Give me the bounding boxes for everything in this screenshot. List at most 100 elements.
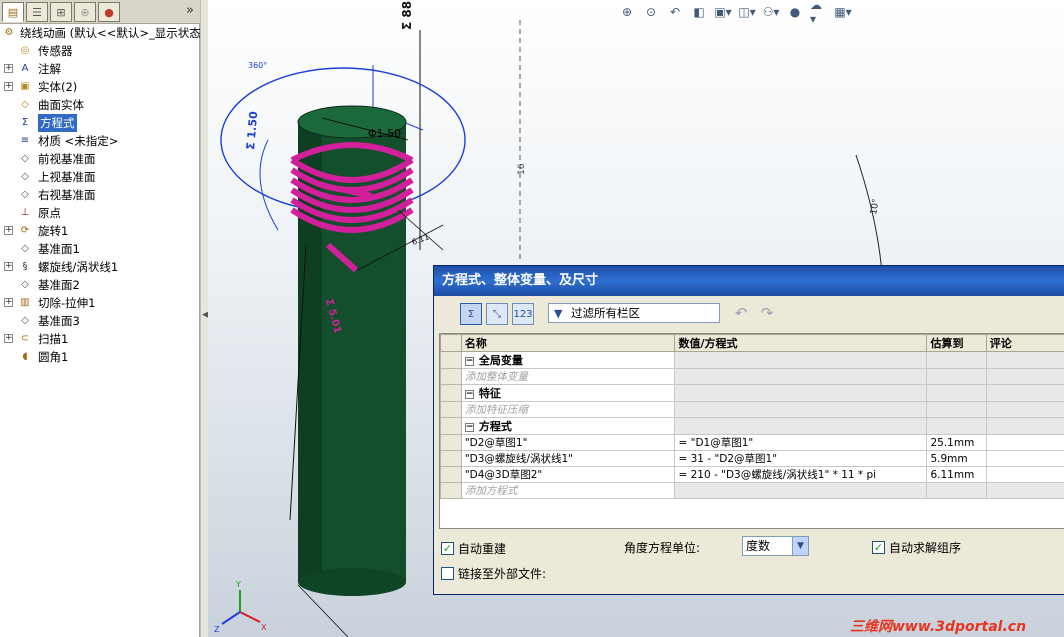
redo-button[interactable]: ↷	[756, 303, 778, 323]
tree-item[interactable]: + ▥ 切除-拉伸1	[0, 294, 200, 312]
dialog-title[interactable]: 方程式、整体变量、及尺寸	[434, 266, 1064, 296]
filter-field[interactable]: ▼ 过滤所有栏区	[548, 303, 720, 323]
tree-item-label: 材质 <未指定>	[38, 134, 119, 148]
tree-item[interactable]: + § 螺旋线/涡状线1	[0, 258, 200, 276]
row-header	[440, 401, 462, 418]
tree-item[interactable]: ⚙ 绕线动画 (默认<<默认>_显示状态	[0, 24, 201, 42]
value-cell	[674, 401, 928, 418]
add-placeholder-cell[interactable]: 添加方程式	[460, 482, 676, 499]
dim-360[interactable]: 360°	[248, 61, 267, 70]
configuration-manager-tab[interactable]: ⊞	[50, 2, 72, 22]
section-title[interactable]: − 方程式	[460, 417, 676, 435]
section-row[interactable]: − 全局变量	[440, 351, 1064, 369]
auto-solve-checkbox[interactable]: ✓ 自动求解组序	[872, 539, 961, 556]
tree-item[interactable]: ◎ 传感器	[0, 42, 200, 60]
tree-item[interactable]: ◇ 基准面2	[0, 276, 200, 294]
section-title[interactable]: − 特征	[460, 384, 676, 402]
property-manager-tab[interactable]: ☰	[26, 2, 48, 22]
undo-button[interactable]: ↶	[730, 303, 752, 323]
origin-icon: ⊥	[20, 207, 30, 218]
tree-item[interactable]: ◇ 曲面实体	[0, 96, 200, 114]
tree-item[interactable]: ◇ 前视基准面	[0, 150, 200, 168]
tree-item[interactable]: ⊥ 原点	[0, 204, 200, 222]
panel-more-button[interactable]: »	[186, 3, 194, 18]
tree-item[interactable]: ◇ 基准面3	[0, 312, 200, 330]
dim-phi-1-50[interactable]: Φ1.50	[368, 127, 401, 140]
dim-6-11[interactable]: 6.11	[411, 232, 431, 247]
tree-item[interactable]: ◇ 右视基准面	[0, 186, 200, 204]
expand-toggle[interactable]: +	[4, 298, 13, 307]
tree-item[interactable]: ◇ 上视基准面	[0, 168, 200, 186]
dimxpert-tab[interactable]: ⊕	[74, 2, 96, 22]
tree-item[interactable]: ◇ 基准面1	[0, 240, 200, 258]
tree-item-label: 上视基准面	[38, 170, 96, 184]
row-header	[440, 368, 462, 385]
collapse-icon[interactable]: −	[464, 422, 474, 432]
value-cell	[674, 368, 928, 385]
section-title-text: 方程式	[478, 420, 512, 433]
sketch-equation-view-button[interactable]: ⤡	[486, 303, 508, 325]
feature-tree: ⚙ 绕线动画 (默认<<默认>_显示状态 ◎ 传感器 + A 注解 + ▣ 实体(2) ◇ 曲面实体 Σ…	[0, 24, 201, 366]
equation-name-cell[interactable]: "D3@螺旋线/涡状线1"	[460, 450, 676, 467]
equation-name-cell[interactable]: "D4@3D草图2"	[460, 466, 676, 483]
equation-value-cell[interactable]: = 210 - "D3@螺旋线/涡状线1" * 11 * pi	[674, 466, 928, 483]
equation-estimate-cell: 5.9mm	[926, 450, 987, 467]
collapse-icon[interactable]: −	[464, 389, 474, 399]
tree-item-label: 右视基准面	[38, 188, 96, 202]
dim-88-10[interactable]: Σ 88.10	[400, 0, 414, 30]
dim-16[interactable]: 16	[517, 163, 527, 175]
equation-comment-cell[interactable]	[985, 434, 1064, 451]
section-title[interactable]: − 全局变量	[460, 351, 676, 369]
display-manager-tab[interactable]: ●	[98, 2, 120, 22]
tree-item-label: 螺旋线/涡状线1	[38, 260, 119, 274]
equation-name-cell[interactable]: "D2@草图1"	[460, 434, 676, 451]
ordered-view-button[interactable]: 123	[512, 303, 534, 325]
tree-item[interactable]: ≡ 材质 <未指定>	[0, 132, 200, 150]
equation-value-cell[interactable]: = 31 - "D2@草图1"	[674, 450, 928, 467]
angle-unit-select[interactable]: 度数 ▼	[742, 536, 809, 556]
add-row[interactable]: 添加整体变量	[440, 368, 1064, 385]
add-row[interactable]: 添加特征压缩	[440, 401, 1064, 418]
equation-value-cell[interactable]: = "D1@草图1"	[674, 434, 928, 451]
equation-comment-cell[interactable]	[985, 466, 1064, 483]
dim-1-50[interactable]: Σ 1.50	[244, 110, 260, 150]
equation-row[interactable]: "D2@草图1" = "D1@草图1" 25.1mm	[440, 434, 1064, 451]
add-placeholder-cell[interactable]: 添加特征压缩	[460, 401, 676, 418]
section-row[interactable]: − 特征	[440, 384, 1064, 402]
tree-item[interactable]: + ▣ 实体(2)	[0, 78, 200, 96]
plane-icon: ◇	[21, 153, 29, 164]
dim-10-deg[interactable]: 10°	[869, 198, 882, 215]
expand-toggle[interactable]: +	[4, 334, 13, 343]
panel-splitter[interactable]: ◀	[200, 0, 209, 637]
equation-row[interactable]: "D3@螺旋线/涡状线1" = 31 - "D2@草图1" 5.9mm	[440, 450, 1064, 467]
part-icon: ⚙	[4, 27, 14, 38]
expand-toggle[interactable]: +	[4, 82, 13, 91]
tree-item-label: 切除-拉伸1	[38, 296, 96, 310]
section-row[interactable]: − 方程式	[440, 417, 1064, 435]
column-header-comment[interactable]: 评论	[985, 334, 1064, 352]
column-header-value[interactable]: 数值/方程式	[674, 334, 928, 352]
column-header-estimate[interactable]: 估算到	[926, 334, 987, 352]
equation-view-button[interactable]: Σ	[460, 303, 482, 325]
expand-toggle[interactable]: +	[4, 262, 13, 271]
expand-toggle[interactable]: +	[4, 226, 13, 235]
equation-row[interactable]: "D4@3D草图2" = 210 - "D3@螺旋线/涡状线1" * 11 * p…	[440, 466, 1064, 483]
feature-manager-tab[interactable]: ▤	[2, 2, 24, 22]
equation-comment-cell[interactable]	[985, 450, 1064, 467]
equations-icon: Σ	[21, 117, 29, 128]
collapse-icon[interactable]: −	[464, 356, 474, 366]
tree-item[interactable]: + ⊂ 扫描1	[0, 330, 200, 348]
tree-item[interactable]: ◖ 圆角1	[0, 348, 200, 366]
tree-item-label: 基准面1	[38, 242, 80, 256]
tree-item[interactable]: + A 注解	[0, 60, 200, 78]
chevron-down-icon: ▼	[792, 537, 808, 555]
add-row[interactable]: 添加方程式	[440, 482, 1064, 499]
auto-rebuild-checkbox[interactable]: ✓ 自动重建	[441, 540, 506, 557]
link-external-checkbox[interactable]: 链接至外部文件:	[441, 565, 546, 582]
column-header-name[interactable]: 名称	[460, 334, 676, 352]
tree-item-label: 传感器	[38, 44, 73, 58]
tree-item[interactable]: Σ 方程式	[0, 114, 200, 132]
add-placeholder-cell[interactable]: 添加整体变量	[460, 368, 676, 385]
expand-toggle[interactable]: +	[4, 64, 13, 73]
tree-item[interactable]: + ⟳ 旋转1	[0, 222, 200, 240]
